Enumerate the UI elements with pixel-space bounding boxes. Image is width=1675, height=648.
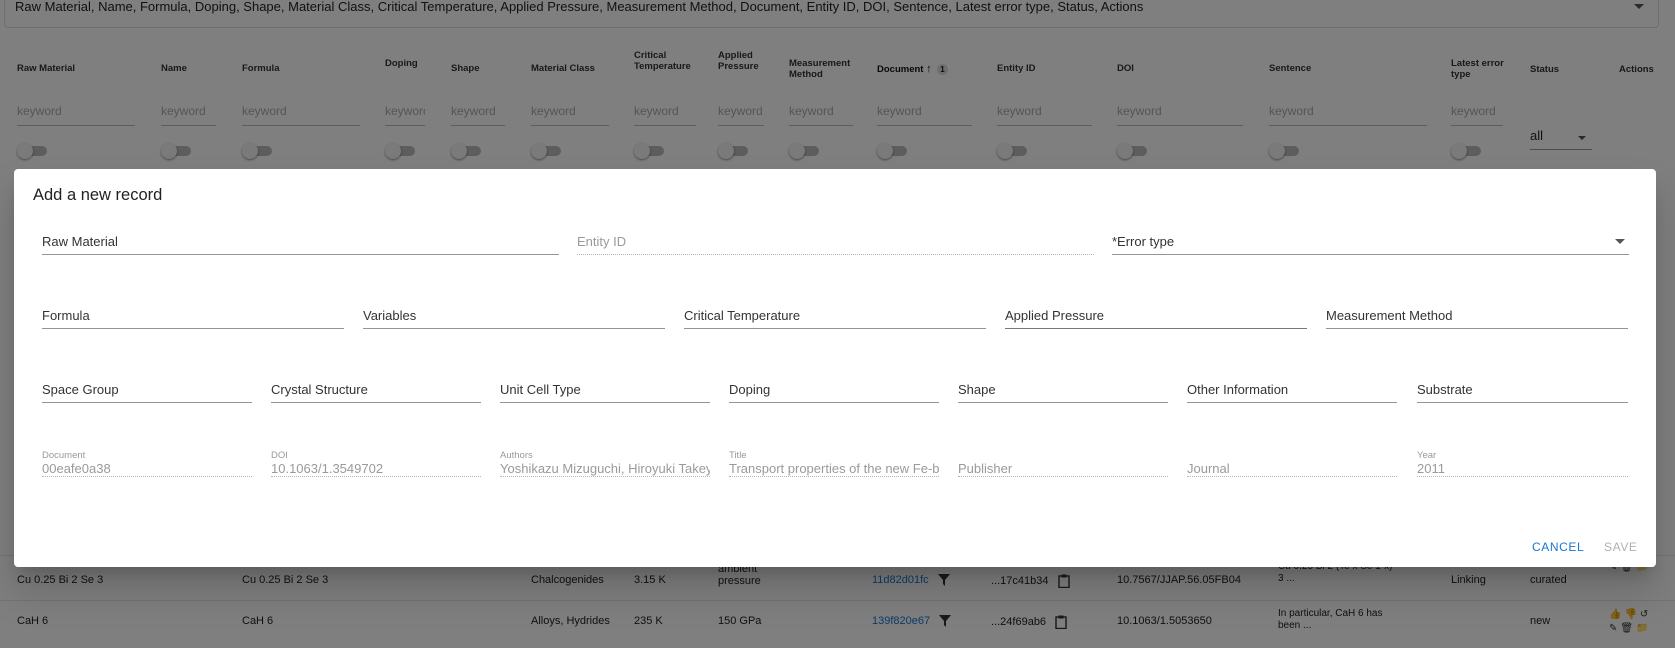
other-information-label: Other Information	[1187, 382, 1289, 397]
critical-temperature-label: Critical Temperature	[684, 308, 801, 323]
crystal-structure-field[interactable]: Crystal Structure	[271, 377, 481, 403]
unit-cell-type-label: Unit Cell Type	[500, 382, 581, 397]
dialog-title: Add a new record	[33, 186, 163, 204]
crystal-structure-label: Crystal Structure	[271, 382, 368, 397]
add-record-dialog: Add a new record Raw Material Entity ID …	[14, 169, 1656, 567]
space-group-field[interactable]: Space Group	[42, 377, 252, 403]
doi-value: 10.1063/1.3549702	[271, 461, 384, 476]
variables-label: Variables	[363, 308, 417, 323]
unit-cell-type-field[interactable]: Unit Cell Type	[500, 377, 710, 403]
document-field: 00eafe0a38	[42, 451, 252, 477]
year-field: 2011	[1417, 451, 1628, 477]
applied-pressure-label: Applied Pressure	[1005, 308, 1104, 323]
space-group-label: Space Group	[42, 382, 119, 397]
error-type-label: *Error type	[1112, 234, 1175, 249]
formula-field[interactable]: Formula	[42, 303, 344, 329]
substrate-field[interactable]: Substrate	[1417, 377, 1628, 403]
error-type-select[interactable]: *Error type	[1112, 229, 1629, 255]
applied-pressure-field[interactable]: Applied Pressure	[1005, 303, 1307, 329]
formula-label: Formula	[42, 308, 90, 323]
shape-field[interactable]: Shape	[958, 377, 1168, 403]
substrate-label: Substrate	[1417, 382, 1473, 397]
document-value: 00eafe0a38	[42, 461, 111, 476]
other-information-field[interactable]: Other Information	[1187, 377, 1397, 403]
raw-material-label: Raw Material	[42, 234, 118, 249]
authors-field: Yoshikazu Mizuguchi, Hiroyuki Takeya	[500, 451, 710, 477]
entity-id-field: Entity ID	[577, 229, 1094, 255]
doping-field[interactable]: Doping	[729, 377, 939, 403]
journal-field: Journal	[1187, 451, 1397, 477]
raw-material-field[interactable]: Raw Material	[42, 229, 559, 255]
title-field: Transport properties of the new Fe-ba	[729, 451, 939, 477]
save-button[interactable]: SAVE	[1604, 540, 1638, 554]
critical-temperature-field[interactable]: Critical Temperature	[684, 303, 986, 329]
doping-label: Doping	[729, 382, 771, 397]
variables-field[interactable]: Variables	[363, 303, 665, 329]
publisher-label: Publisher	[958, 461, 1013, 476]
measurement-method-field[interactable]: Measurement Method	[1326, 303, 1628, 329]
publisher-field: Publisher	[958, 451, 1168, 477]
cancel-button[interactable]: CANCEL	[1532, 540, 1584, 554]
doi-field: 10.1063/1.3549702	[271, 451, 481, 477]
year-value: 2011	[1417, 461, 1445, 476]
journal-label: Journal	[1187, 461, 1230, 476]
chevron-down-icon	[1615, 239, 1625, 244]
shape-label: Shape	[958, 382, 996, 397]
entity-id-label: Entity ID	[577, 234, 627, 249]
authors-value: Yoshikazu Mizuguchi, Hiroyuki Takeya	[500, 461, 710, 476]
measurement-method-label: Measurement Method	[1326, 308, 1453, 323]
title-value: Transport properties of the new Fe-ba	[729, 461, 939, 476]
